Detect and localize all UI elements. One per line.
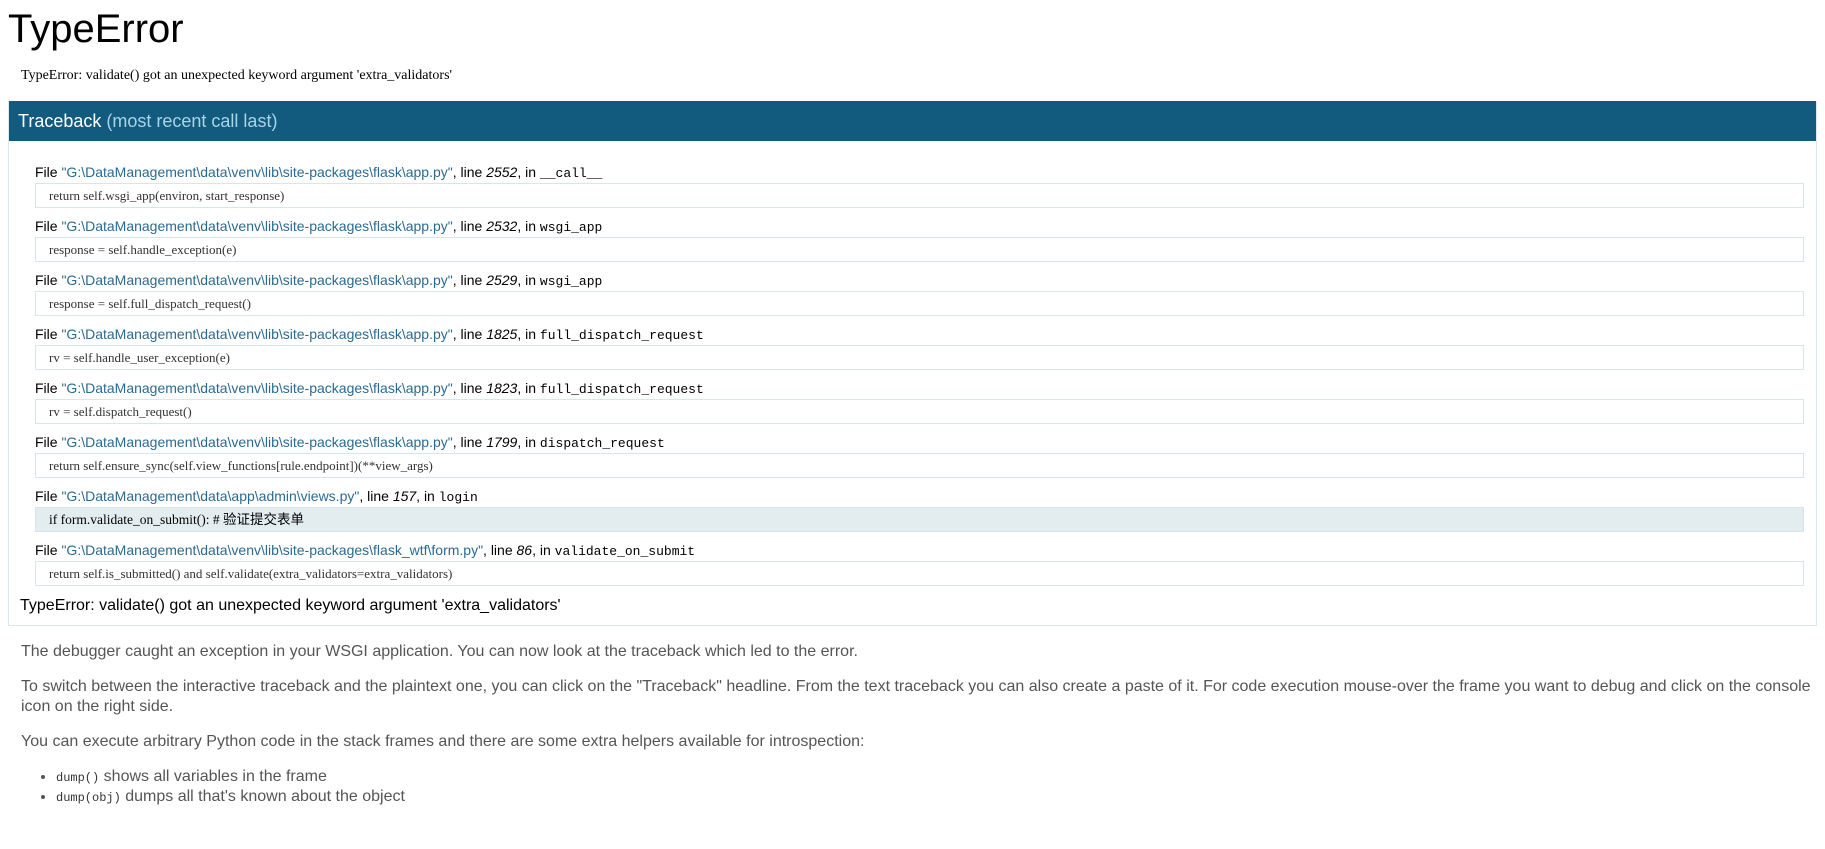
traceback-label: Traceback	[18, 111, 102, 131]
frame-line-number: 2532	[486, 218, 518, 234]
explanation-paragraph: The debugger caught an exception in your…	[21, 643, 858, 660]
frame-file-path: "G:\DataManagement\data\app\admin\views.…	[61, 488, 360, 504]
frame-source-line[interactable]: return self.is_submitted() and self.vali…	[35, 561, 1804, 586]
frame-line-number: 1823	[486, 380, 518, 396]
traceback-frame[interactable]: File "G:\DataManagement\data\venv\lib\si…	[35, 271, 1804, 325]
frame-source-line[interactable]: rv = self.dispatch_request()	[35, 399, 1804, 424]
frame-function: full_dispatch_request	[539, 382, 704, 397]
helper-text: dumps all that's known about the object	[120, 788, 405, 805]
frame-function: full_dispatch_request	[539, 328, 704, 343]
helper-code: dump(obj)	[56, 791, 121, 805]
frame-function: validate_on_submit	[554, 544, 696, 559]
traceback-sub-label: (most recent call last)	[106, 111, 278, 131]
debugger-explanation: The debugger caught an exception in your…	[8, 642, 1817, 807]
frame-source-line[interactable]: rv = self.handle_user_exception(e)	[35, 345, 1804, 370]
traceback-frame[interactable]: File "G:\DataManagement\data\venv\lib\si…	[35, 433, 1804, 487]
explanation-paragraph: To switch between the interactive traceb…	[21, 678, 1811, 715]
frame-line-number: 2552	[486, 164, 518, 180]
frame-line-number: 1799	[486, 434, 518, 450]
explanation-paragraph: You can execute arbitrary Python code in…	[21, 733, 865, 750]
traceback-frame[interactable]: File "G:\DataManagement\data\venv\lib\si…	[35, 379, 1804, 433]
frame-location: File "G:\DataManagement\data\venv\lib\si…	[35, 326, 704, 343]
frame-file-path: "G:\DataManagement\data\venv\lib\site-pa…	[61, 326, 453, 342]
traceback-frame[interactable]: File "G:\DataManagement\data\venv\lib\si…	[35, 541, 1804, 595]
frame-file-path: "G:\DataManagement\data\venv\lib\site-pa…	[61, 380, 453, 396]
traceback-frame[interactable]: File "G:\DataManagement\data\venv\lib\si…	[35, 163, 1804, 217]
traceback-frame[interactable]: File "G:\DataManagement\data\venv\lib\si…	[35, 217, 1804, 271]
traceback-frame[interactable]: File "G:\DataManagement\data\venv\lib\si…	[35, 325, 1804, 379]
frame-function: wsgi_app	[539, 220, 603, 235]
frame-source-line[interactable]: response = self.full_dispatch_request()	[35, 291, 1804, 316]
frame-location: File "G:\DataManagement\data\app\admin\v…	[35, 488, 478, 505]
traceback-final-error: TypeError: validate() got an unexpected …	[20, 597, 561, 614]
frame-source-line[interactable]: response = self.handle_exception(e)	[35, 237, 1804, 262]
frame-function: __call__	[539, 166, 603, 181]
frame-file-path: "G:\DataManagement\data\venv\lib\site-pa…	[61, 542, 484, 558]
traceback-headline[interactable]: Traceback (most recent call last)	[9, 101, 1816, 141]
frame-function: dispatch_request	[539, 436, 665, 451]
traceback-frame[interactable]: File "G:\DataManagement\data\app\admin\v…	[35, 487, 1804, 541]
frame-location: File "G:\DataManagement\data\venv\lib\si…	[35, 218, 603, 235]
frame-location: File "G:\DataManagement\data\venv\lib\si…	[35, 380, 704, 397]
frame-line-number: 2529	[486, 272, 518, 288]
frame-location: File "G:\DataManagement\data\venv\lib\si…	[35, 272, 603, 289]
frame-file-path: "G:\DataManagement\data\venv\lib\site-pa…	[61, 164, 453, 180]
frame-source-line-current[interactable]: if form.validate_on_submit(): # 验证提交表单	[35, 507, 1804, 532]
frame-list: File "G:\DataManagement\data\venv\lib\si…	[9, 141, 1816, 595]
frame-line-number: 86	[516, 542, 533, 558]
frame-line-number: 157	[392, 488, 417, 504]
frame-location: File "G:\DataManagement\data\venv\lib\si…	[35, 542, 696, 559]
traceback-panel: Traceback (most recent call last) File "…	[8, 101, 1817, 626]
frame-source-line[interactable]: return self.ensure_sync(self.view_functi…	[35, 453, 1804, 478]
frame-file-path: "G:\DataManagement\data\venv\lib\site-pa…	[61, 272, 453, 288]
helper-code: dump()	[56, 771, 100, 785]
frame-location: File "G:\DataManagement\data\venv\lib\si…	[35, 164, 603, 181]
helper-text: shows all variables in the frame	[99, 768, 327, 785]
helper-item: dump() shows all variables in the frame	[56, 767, 1817, 787]
frame-file-path: "G:\DataManagement\data\venv\lib\site-pa…	[61, 434, 453, 450]
helper-item: dump(obj) dumps all that's known about t…	[56, 787, 1817, 807]
error-message: TypeError: validate() got an unexpected …	[21, 68, 453, 83]
frame-location: File "G:\DataManagement\data\venv\lib\si…	[35, 434, 665, 451]
page-title: TypeError	[8, 7, 184, 51]
frame-function: login	[438, 490, 478, 505]
frame-function: wsgi_app	[539, 274, 603, 289]
debugger-page: TypeError TypeError: validate() got an u…	[0, 6, 1825, 807]
frame-source-line[interactable]: return self.wsgi_app(environ, start_resp…	[35, 183, 1804, 208]
frame-line-number: 1825	[486, 326, 518, 342]
frame-file-path: "G:\DataManagement\data\venv\lib\site-pa…	[61, 218, 453, 234]
helper-list: dump() shows all variables in the frame …	[21, 767, 1817, 807]
